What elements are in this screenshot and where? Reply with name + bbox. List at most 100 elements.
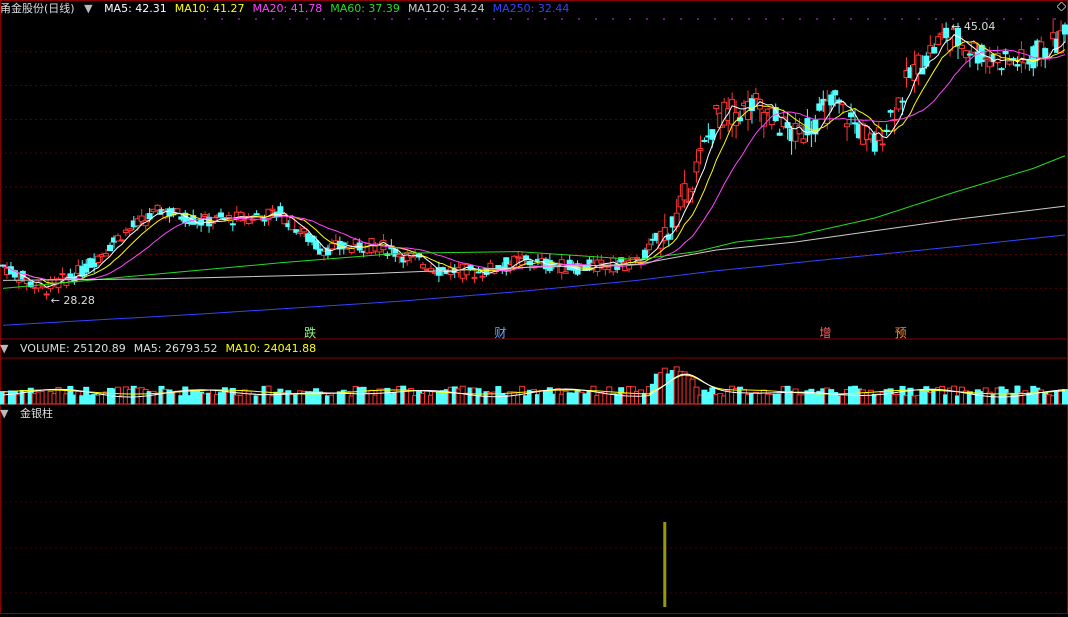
candle-body (697, 148, 704, 152)
volume-legend-item-1: MA5: 26793.52 (133, 342, 218, 355)
marker-dot (748, 18, 750, 20)
candle-body (420, 264, 427, 269)
marker-dot (629, 18, 631, 20)
ma-legend: MA5: 42.31 MA10: 41.27 MA20: 41.78 MA60: 37… (104, 2, 577, 15)
indicator-menu-icon[interactable]: ▼ (0, 406, 8, 422)
low-price-label: ← 28.28 (51, 294, 95, 307)
candle-body (752, 92, 759, 99)
candle-body (269, 208, 276, 212)
candle-body (229, 223, 236, 226)
marker-dot (935, 18, 937, 20)
marker-dot (561, 18, 563, 20)
volume-legend-item-0: VOLUME: 25120.89 (19, 342, 126, 355)
candle-body (958, 44, 965, 49)
marker-dot (901, 18, 903, 20)
marker-dot (782, 18, 784, 20)
marker-dot (663, 18, 665, 20)
marker-dot (221, 18, 223, 20)
event-label: 增 (819, 326, 831, 340)
candle-body (713, 104, 720, 110)
candle-body (693, 161, 700, 173)
candle-body (126, 228, 133, 231)
marker-dot (544, 18, 546, 20)
marker-dot (306, 18, 308, 20)
candle-body (998, 68, 1005, 71)
candle-body (471, 276, 478, 279)
ma-legend-item-0: MA5: 42.31 (104, 2, 167, 15)
marker-dot (340, 18, 342, 20)
candle-body (851, 122, 858, 125)
marker-dot (850, 18, 852, 20)
candle-body (313, 240, 320, 250)
candle-body (800, 138, 807, 144)
indicator-name: 金银柱 (19, 407, 53, 420)
candle-body (95, 255, 102, 264)
candle-body (966, 53, 973, 56)
candle-body (931, 47, 938, 54)
candle-body (709, 129, 716, 140)
candle-body (0, 264, 6, 267)
candle-body (475, 271, 482, 274)
volume-panel-header: ▼ VOLUME: 25120.89 MA5: 26793.52 MA10: 240… (0, 341, 332, 357)
ma250-line (2, 234, 1066, 326)
candle-body (598, 259, 605, 264)
candle-body (202, 213, 209, 218)
candle-body (681, 183, 688, 201)
candle-body (118, 239, 125, 242)
marker-dot (595, 18, 597, 20)
candle-body (828, 94, 835, 106)
marker-dot (1003, 18, 1005, 20)
corner-diamond-icon[interactable] (1057, 2, 1066, 11)
volume-legend-item-2: MA10: 24041.88 (225, 342, 317, 355)
marker-dot (255, 18, 257, 20)
marker-dot (646, 18, 648, 20)
candle-body (348, 247, 355, 254)
candle-body (1014, 64, 1021, 67)
candle-body (634, 256, 641, 259)
event-label: 跌 (304, 325, 316, 340)
marker-dot (272, 18, 274, 20)
candle-body (848, 112, 855, 118)
panel-menu-icon[interactable]: ▼ (84, 1, 92, 17)
marker-dot (867, 18, 869, 20)
candle-body (396, 254, 403, 258)
candle-body (982, 57, 989, 60)
marker-dot (833, 18, 835, 20)
candle-body (479, 275, 486, 278)
candle-body (59, 273, 66, 276)
marker-dot (391, 18, 393, 20)
candle-body (106, 244, 113, 252)
marker-dot (799, 18, 801, 20)
candle-body (832, 90, 839, 96)
candle-body (103, 253, 110, 257)
marker-dot (578, 18, 580, 20)
candle-body (756, 99, 763, 110)
volume-bar (1062, 389, 1068, 405)
marker-dot (918, 18, 920, 20)
marker-dot (731, 18, 733, 20)
marker-dot (408, 18, 410, 20)
candle-body (895, 97, 902, 110)
ma20-line (2, 49, 1066, 281)
main-panel-header: 甬金股份(日线) ▼ MA5: 42.31 MA10: 41.27 MA20: 41… (0, 1, 585, 17)
marker-dot (459, 18, 461, 20)
candle-body (943, 27, 950, 39)
marker-dot (510, 18, 512, 20)
candle-body (39, 285, 46, 289)
marker-dot (697, 18, 699, 20)
marker-dot (612, 18, 614, 20)
marker-dot (323, 18, 325, 20)
candle-body (879, 143, 886, 146)
marker-dot (476, 18, 478, 20)
marker-dot (1037, 18, 1039, 20)
marker-dot (374, 18, 376, 20)
ma-legend-item-5: MA250: 32.44 (492, 2, 570, 15)
indicator-bar (663, 522, 667, 607)
candle-body (253, 213, 260, 216)
marker-dot (816, 18, 818, 20)
candle-body (515, 256, 522, 259)
marker-dot (1054, 18, 1056, 20)
volume-menu-icon[interactable]: ▼ (0, 341, 8, 357)
high-price-label: ← 45.04 (951, 20, 995, 33)
marker-dot (527, 18, 529, 20)
